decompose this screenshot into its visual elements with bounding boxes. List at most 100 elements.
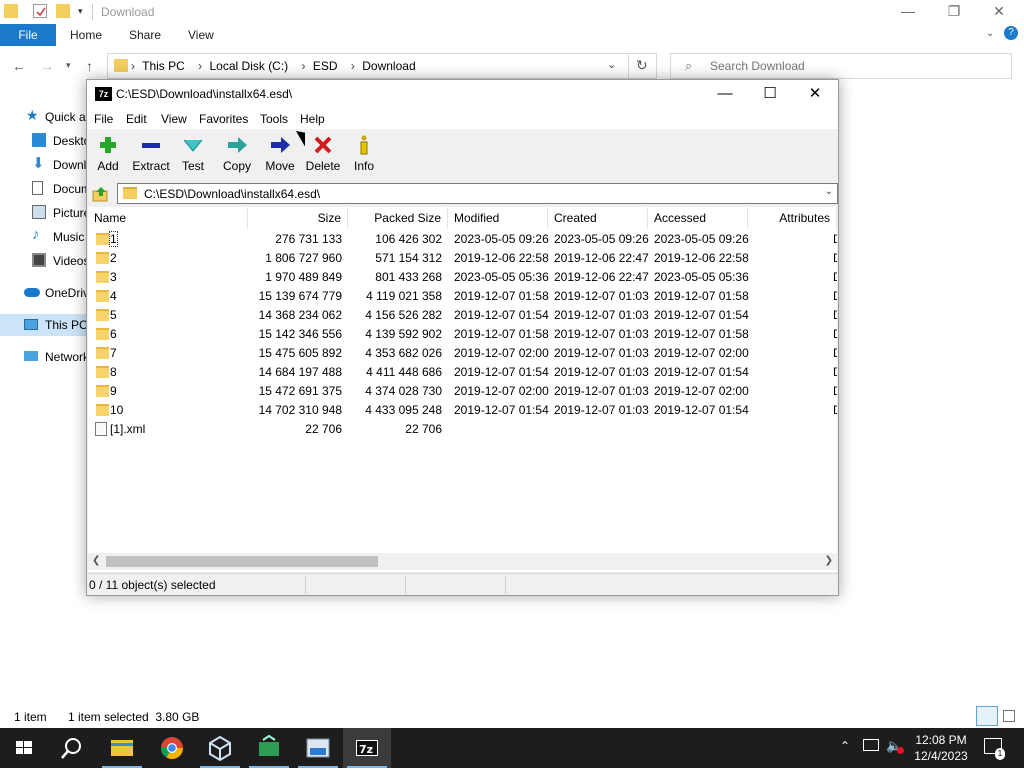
show-hidden-icons-icon[interactable]: ⌃ [840, 739, 850, 753]
taskbar-7zip[interactable]: 7z [343, 728, 391, 768]
breadcrumb-this-pc[interactable]: This PC [142, 59, 185, 73]
menu-favorites[interactable]: Favorites [199, 112, 248, 126]
taskbar-app[interactable] [245, 728, 293, 768]
cell-accessed: 2019-12-07 01:54 [654, 403, 749, 417]
cell-modified: 2019-12-06 22:58 [454, 251, 549, 265]
taskbar-chrome[interactable] [148, 728, 196, 768]
forward-arrow-icon[interactable]: → [40, 58, 54, 74]
expand-ribbon-icon[interactable]: ⌄ [986, 28, 994, 39]
column-header-accessed[interactable]: Accessed [648, 207, 748, 229]
refresh-icon[interactable]: ↻ [636, 57, 648, 74]
navigation-pane: ★ Quick access Desktop ⬇ Downloads Docum… [0, 104, 90, 384]
extract-button[interactable]: Extract [130, 135, 172, 179]
help-icon[interactable]: ? [1004, 26, 1018, 40]
recent-locations-icon[interactable]: ▾ [66, 60, 71, 71]
nav-pictures[interactable]: Pictures [0, 202, 90, 224]
table-row[interactable]: 10 14 702 310 948 4 433 095 248 2019-12-07 … [88, 401, 837, 420]
table-row[interactable]: 3 1 970 489 849 801 433 268 2023-05-05 05:3… [88, 268, 837, 287]
table-row[interactable]: 6 15 142 346 556 4 139 592 902 2019-12-07 0… [88, 325, 837, 344]
column-header-attributes[interactable]: Attributes [748, 207, 837, 229]
breadcrumb-local-disk[interactable]: Local Disk (C:) [210, 59, 289, 73]
nav-music[interactable]: ♪ Music [0, 226, 90, 248]
back-arrow-icon[interactable]: ← [12, 58, 26, 74]
folder-icon [96, 347, 109, 359]
folder-icon [96, 252, 109, 264]
nav-videos[interactable]: Videos [0, 250, 90, 272]
address-dropdown-icon[interactable]: ⌄ [607, 58, 616, 71]
ribbon-tab-file[interactable]: File [0, 24, 56, 46]
table-row[interactable]: 2 1 806 727 960 571 154 312 2019-12-06 22:5… [88, 249, 837, 268]
table-row[interactable]: 8 14 684 197 488 4 411 448 686 2019-12-07 0… [88, 363, 837, 382]
move-button[interactable]: Move [263, 135, 297, 179]
path-value: C:\ESD\Download\installx64.esd\ [144, 187, 321, 201]
column-header-modified[interactable]: Modified [448, 207, 548, 229]
copy-button[interactable]: Copy [221, 135, 253, 179]
7zip-minimize-button[interactable]: — [702, 80, 748, 109]
search-icon: ⌕ [685, 58, 693, 73]
cell-attributes: D [833, 289, 837, 303]
network-status-icon[interactable] [863, 739, 879, 751]
start-button[interactable] [0, 728, 48, 768]
item-count: 1 item [14, 710, 47, 724]
column-header-name[interactable]: Name [88, 207, 248, 229]
cell-created: 2019-12-07 01:03 [554, 403, 649, 417]
taskbar-dism[interactable] [294, 728, 342, 768]
breadcrumb-esd[interactable]: ESD [313, 59, 338, 73]
nav-network[interactable]: Network [0, 346, 90, 368]
table-row[interactable]: 4 15 139 674 779 4 119 021 358 2019-12-07 0… [88, 287, 837, 306]
test-button[interactable]: Test [178, 135, 208, 179]
menu-tools[interactable]: Tools [260, 112, 288, 126]
folder-icon [96, 366, 109, 378]
menu-edit[interactable]: Edit [126, 112, 147, 126]
nav-desktop[interactable]: Desktop [0, 130, 90, 152]
table-row[interactable]: 9 15 472 691 375 4 374 028 730 2019-12-07 0… [88, 382, 837, 401]
cell-attributes: D [833, 365, 837, 379]
explorer-minimize-button[interactable]: — [885, 0, 931, 24]
explorer-restore-button[interactable]: ❐ [931, 0, 977, 24]
details-view-icon[interactable] [976, 706, 998, 726]
7zip-close-button[interactable]: ✕ [792, 80, 838, 109]
menu-view[interactable]: View [161, 112, 187, 126]
path-dropdown-icon[interactable]: ⌄ [825, 186, 833, 197]
ribbon-tab-view[interactable]: View [188, 28, 214, 42]
up-arrow-icon[interactable]: ↑ [86, 58, 93, 74]
add-button[interactable]: Add [93, 135, 123, 179]
taskbar-file-explorer[interactable] [98, 728, 146, 768]
breadcrumb-download[interactable]: Download [362, 59, 415, 73]
column-header-size[interactable]: Size [248, 207, 348, 229]
large-icons-view-icon[interactable] [1003, 710, 1015, 722]
nav-documents[interactable]: Documents [0, 178, 90, 200]
customize-quick-access-icon[interactable]: ▾ [78, 6, 83, 17]
ribbon-tab-share[interactable]: Share [129, 28, 161, 42]
up-folder-icon[interactable] [92, 185, 110, 202]
scroll-left-icon[interactable]: ❮ [92, 555, 100, 566]
nav-downloads[interactable]: ⬇ Downloads [0, 154, 90, 176]
properties-icon[interactable] [33, 4, 47, 18]
table-row[interactable]: 1 276 731 133 106 426 302 2023-05-05 09:26 2… [88, 230, 837, 249]
new-folder-icon[interactable] [56, 4, 70, 18]
svg-text:7z: 7z [359, 743, 373, 756]
nav-quick-access[interactable]: ★ Quick access [0, 106, 90, 128]
cell-size: 14 702 310 948 [258, 403, 342, 417]
table-row[interactable]: 7 15 475 605 892 4 353 682 026 2019-12-07 0… [88, 344, 837, 363]
column-header-packed-size[interactable]: Packed Size [348, 207, 448, 229]
menu-help[interactable]: Help [300, 112, 325, 126]
search-button[interactable] [48, 728, 96, 768]
menu-file[interactable]: File [94, 112, 113, 126]
info-button[interactable]: Info [351, 135, 377, 179]
system-clock[interactable]: 12:08 PM 12/4/2023 [906, 732, 976, 764]
nav-onedrive[interactable]: OneDrive [0, 282, 90, 304]
path-combobox[interactable]: C:\ESD\Download\installx64.esd\ ⌄ [117, 183, 838, 204]
table-row[interactable]: [1].xml 22 706 22 706 [88, 420, 837, 439]
explorer-titlebar: ▾ Download — ❐ ✕ [0, 0, 1024, 24]
7zip-maximize-button[interactable]: ☐ [747, 80, 793, 109]
table-row[interactable]: 5 14 368 234 062 4 156 526 282 2019-12-07 0… [88, 306, 837, 325]
scrollbar-thumb[interactable] [106, 556, 378, 567]
ribbon-tab-home[interactable]: Home [70, 28, 102, 42]
horizontal-scrollbar[interactable]: ❮ ❯ [88, 553, 837, 570]
taskbar-virtualbox[interactable] [196, 728, 244, 768]
column-header-created[interactable]: Created [548, 207, 648, 229]
nav-this-pc[interactable]: This PC [0, 314, 90, 336]
scroll-right-icon[interactable]: ❯ [825, 555, 833, 566]
explorer-close-button[interactable]: ✕ [976, 0, 1022, 24]
